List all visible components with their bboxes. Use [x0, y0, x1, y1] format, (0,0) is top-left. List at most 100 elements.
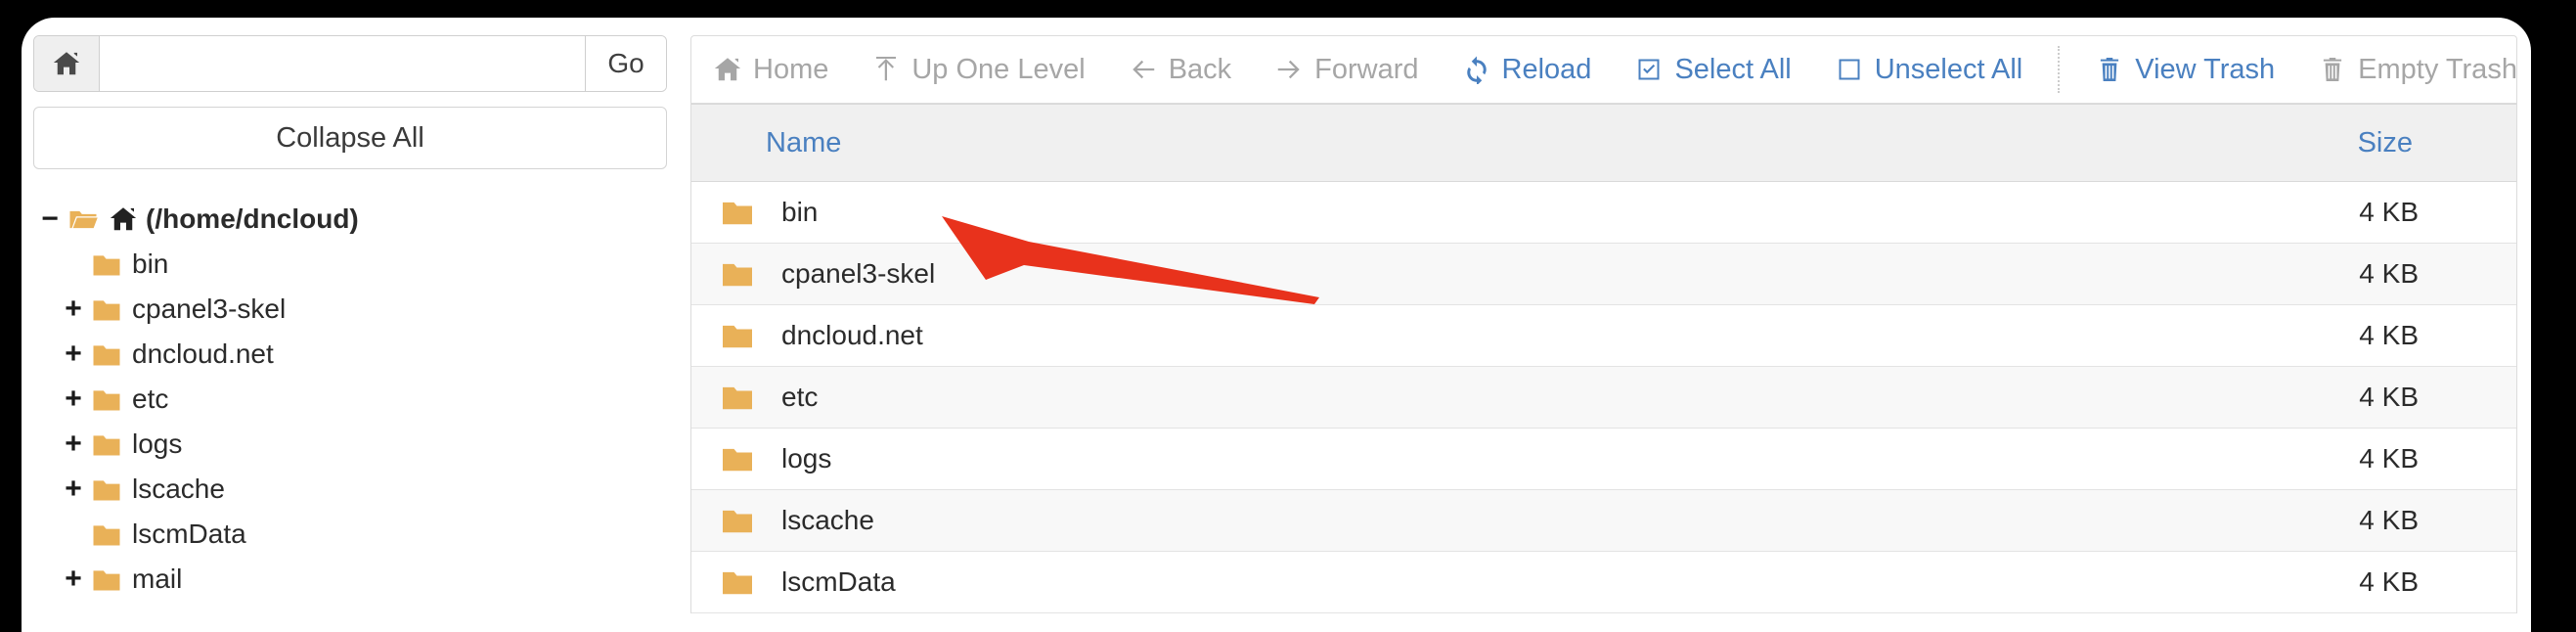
expand-icon[interactable]: + — [57, 384, 90, 414]
toolbar-button-up-one-level: Up One Level — [850, 36, 1106, 103]
toolbar-button-unselect-all[interactable]: Unselect All — [1813, 36, 2045, 103]
collapse-icon[interactable]: − — [33, 204, 67, 234]
folder-icon — [67, 206, 109, 233]
file-name-cell[interactable]: bin — [691, 197, 818, 228]
path-input[interactable] — [100, 36, 585, 91]
arrow-up-icon — [871, 55, 901, 84]
file-size-cell: 4 KB — [2359, 320, 2419, 350]
tree-node-label: bin — [132, 248, 169, 279]
tree-node-lscmdata[interactable]: · lscmData — [33, 512, 667, 557]
file-table-header: Name Size — [691, 104, 2516, 182]
tree-node-label: etc — [132, 384, 169, 414]
file-name-label: logs — [781, 443, 832, 474]
arrow-right-icon — [1274, 55, 1304, 84]
home-icon — [109, 204, 138, 234]
toolbar-button-forward: Forward — [1253, 36, 1440, 103]
table-row[interactable]: logs 4 KB — [691, 429, 2516, 490]
file-name-label: lscache — [781, 505, 874, 535]
file-name-cell[interactable]: dncloud.net — [691, 320, 923, 351]
arrow-left-icon — [1129, 55, 1158, 84]
file-name-label: lscmData — [781, 566, 896, 597]
sidebar: Go Collapse All − (/home/dncloud) · bin + cpa… — [33, 35, 667, 632]
checkbox-empty-icon — [1835, 55, 1864, 84]
folder-icon — [90, 251, 132, 278]
tree-spacer: · — [57, 519, 90, 549]
screenshot-viewport: Go Collapse All − (/home/dncloud) · bin + cpa… — [0, 0, 2576, 632]
table-row[interactable]: etc 4 KB — [691, 367, 2516, 429]
file-name-label: bin — [781, 197, 819, 227]
toolbar-button-label: Reload — [1501, 53, 1592, 85]
toolbar-button-label: Home — [753, 53, 829, 85]
toolbar-button-label: Up One Level — [911, 53, 1086, 85]
toolbar-button-label: View Trash — [2135, 53, 2276, 85]
collapse-all-button[interactable]: Collapse All — [33, 107, 667, 169]
home-icon[interactable] — [34, 36, 100, 91]
table-row[interactable]: lscmData 4 KB — [691, 552, 2516, 613]
toolbar-button-label: Unselect All — [1874, 53, 2023, 85]
tree-node-logs[interactable]: + logs — [33, 422, 667, 467]
file-name-label: dncloud.net — [781, 320, 923, 350]
tree-node-lscache[interactable]: + lscache — [33, 467, 667, 512]
expand-icon[interactable]: + — [57, 474, 90, 504]
toolbar-button-label: Select All — [1674, 53, 1792, 85]
trash-icon — [2318, 55, 2347, 84]
tree-node-label: lscache — [132, 474, 225, 504]
tree-node--home-dncloud-[interactable]: − (/home/dncloud) — [33, 197, 667, 242]
folder-icon — [90, 566, 132, 593]
path-input-group: Go — [33, 35, 667, 92]
tree-node-label: logs — [132, 429, 183, 459]
folder-icon — [90, 476, 132, 503]
directory-tree: − (/home/dncloud) · bin + cpanel3-skel + dnclou… — [33, 197, 667, 602]
file-name-cell[interactable]: logs — [691, 443, 831, 474]
file-name-cell[interactable]: lscache — [691, 505, 874, 536]
folder-icon — [719, 567, 781, 597]
home-icon — [713, 55, 742, 84]
folder-icon — [719, 383, 781, 412]
file-size-cell: 4 KB — [2359, 566, 2419, 597]
expand-icon[interactable]: + — [57, 339, 90, 369]
folder-icon — [90, 431, 132, 458]
expand-icon[interactable]: + — [57, 564, 90, 594]
trash-icon — [2095, 55, 2124, 84]
file-name-cell[interactable]: cpanel3-skel — [691, 258, 935, 290]
tree-node-dncloud-net[interactable]: + dncloud.net — [33, 332, 667, 377]
table-row[interactable]: dncloud.net 4 KB — [691, 305, 2516, 367]
file-name-cell[interactable]: etc — [691, 382, 818, 413]
folder-icon — [90, 296, 132, 323]
file-size-cell: 4 KB — [2359, 382, 2419, 412]
column-header-size[interactable]: Size — [2358, 127, 2516, 159]
file-toolbar: Home Up One Level Back Forward Reload Select … — [690, 35, 2517, 104]
tree-node-bin[interactable]: · bin — [33, 242, 667, 287]
toolbar-divider — [2058, 46, 2061, 93]
file-size-cell: 4 KB — [2359, 505, 2419, 535]
refresh-icon — [1462, 55, 1491, 84]
toolbar-button-empty-trash: Empty Trash — [2296, 36, 2531, 103]
tree-node-label: mail — [132, 564, 183, 594]
toolbar-button-reload[interactable]: Reload — [1441, 36, 1614, 103]
toolbar-button-back: Back — [1107, 36, 1253, 103]
toolbar-button-view-trash[interactable]: View Trash — [2073, 36, 2296, 103]
tree-node-label: (/home/dncloud) — [146, 203, 359, 234]
tree-node-label: lscmData — [132, 519, 246, 549]
column-header-name[interactable]: Name — [691, 127, 841, 159]
toolbar-button-home: Home — [691, 36, 850, 103]
tree-node-etc[interactable]: + etc — [33, 377, 667, 422]
file-manager-page: Go Collapse All − (/home/dncloud) · bin + cpa… — [22, 18, 2531, 632]
table-row[interactable]: bin 4 KB — [691, 182, 2516, 244]
go-button[interactable]: Go — [585, 36, 666, 91]
file-name-cell[interactable]: lscmData — [691, 566, 896, 598]
expand-icon[interactable]: + — [57, 429, 90, 459]
checkbox-checked-icon — [1634, 55, 1664, 84]
tree-node-mail[interactable]: + mail — [33, 557, 667, 602]
toolbar-button-label: Empty Trash — [2358, 53, 2517, 85]
file-table-body: bin 4 KB cpanel3-skel 4 KB dncloud.net 4 KB et… — [691, 182, 2516, 613]
folder-icon — [719, 321, 781, 350]
table-row[interactable]: lscache 4 KB — [691, 490, 2516, 552]
tree-node-cpanel3-skel[interactable]: + cpanel3-skel — [33, 287, 667, 332]
toolbar-button-select-all[interactable]: Select All — [1613, 36, 1812, 103]
toolbar-button-label: Forward — [1314, 53, 1419, 85]
tree-spacer: · — [57, 249, 90, 279]
tree-node-label: dncloud.net — [132, 339, 274, 369]
table-row[interactable]: cpanel3-skel 4 KB — [691, 244, 2516, 305]
expand-icon[interactable]: + — [57, 294, 90, 324]
